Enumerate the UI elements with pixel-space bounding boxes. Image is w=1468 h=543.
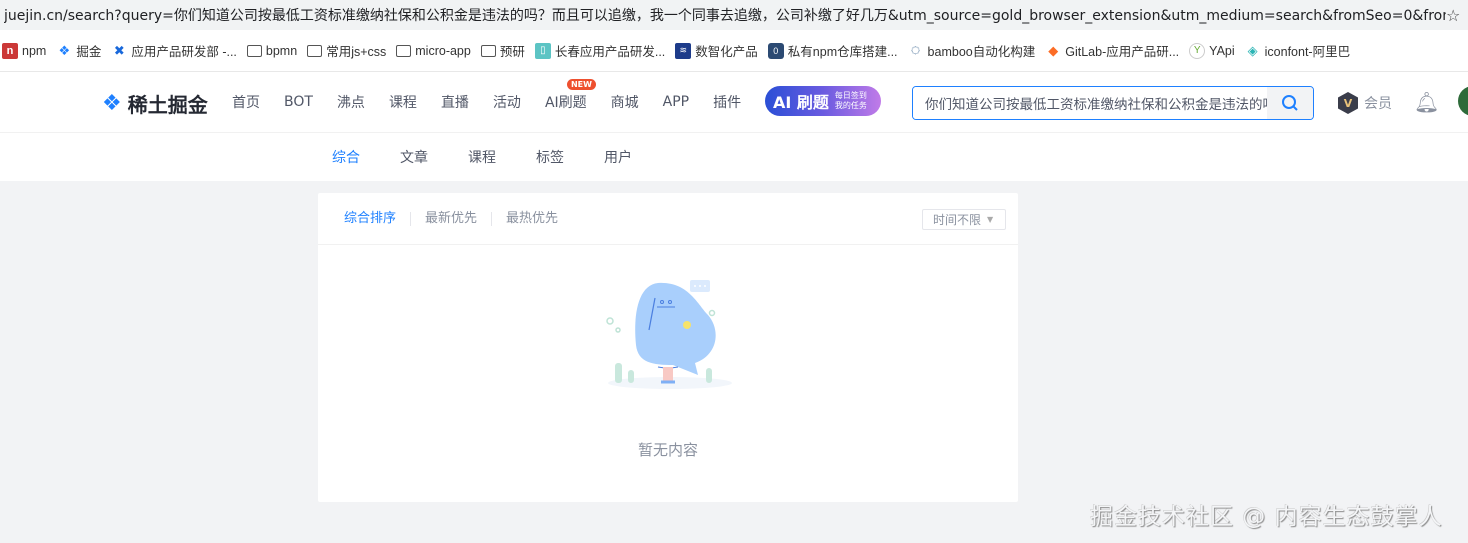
tab-articles[interactable]: 文章 (400, 147, 428, 167)
bookmark-label: 数智化产品 (695, 45, 758, 59)
nav-app[interactable]: APP (663, 94, 689, 110)
bookmark-yapi[interactable]: Y YApi (1189, 42, 1235, 59)
search-input[interactable] (913, 87, 1267, 119)
folder-icon (396, 44, 412, 57)
banner-subtitle: 每日签到 我的任务 (835, 91, 867, 111)
bookmarks-bar: n npm ❖ 掘金 ✖ 应用产品研发部 -... bpmn 常用js+css mic… (0, 30, 1468, 72)
ai-practice-banner[interactable]: AI 刷题 每日签到 我的任务 (765, 86, 881, 116)
bookmark-label: iconfont-阿里巴 (1264, 45, 1351, 59)
bamboo-icon: ◌ (910, 41, 921, 59)
bookmark-juejin[interactable]: ❖ 掘金 (56, 41, 102, 60)
nav-bot[interactable]: BOT (284, 94, 313, 110)
nav-live[interactable]: 直播 (441, 92, 469, 112)
bookmark-gitlab[interactable]: ◆ GitLab-应用产品研... (1045, 41, 1179, 60)
bookmark-research[interactable]: 预研 (480, 41, 525, 60)
bookmark-label: GitLab-应用产品研... (1065, 45, 1180, 59)
tab-all[interactable]: 综合 (332, 147, 360, 167)
vip-label: 会员 (1364, 96, 1392, 112)
bookmark-label: 长春应用产品研发... (554, 45, 666, 59)
sort-hottest[interactable]: 最热优先 (491, 211, 572, 226)
sort-newest[interactable]: 最新优先 (410, 211, 491, 226)
app-icon: ▯ (534, 42, 551, 59)
juejin-icon: ❖ (58, 42, 71, 58)
bookmark-iconfont[interactable]: ◈ iconfont-阿里巴 (1245, 41, 1350, 60)
banner-line1: 每日签到 (834, 91, 867, 100)
bookmark-label: 掘金 (76, 45, 102, 59)
nav-courses[interactable]: 课程 (389, 92, 417, 112)
iconfont-icon: ◈ (1247, 42, 1258, 58)
bookmark-npm[interactable]: n npm (2, 42, 47, 59)
bookmark-label: YApi (1209, 43, 1235, 58)
results-card: 综合排序 最新优先 最热优先 时间不限 ▼ 暂无内容 (318, 193, 1018, 502)
nav-shop[interactable]: 商城 (611, 92, 639, 112)
vip-link[interactable]: V 会员 (1338, 92, 1392, 114)
new-badge: NEW (566, 79, 596, 90)
logo-text: 稀土掘金 (127, 93, 208, 117)
yapi-icon: Y (1189, 42, 1206, 59)
tab-users[interactable]: 用户 (604, 147, 632, 167)
time-filter-value: 时间不限 (933, 213, 982, 227)
notification-bell-icon[interactable]: 🔔︎ (1414, 90, 1439, 114)
nav-events[interactable]: 活动 (493, 92, 521, 112)
bucket-icon: 0 (767, 42, 784, 59)
bookmark-micro-app[interactable]: micro-app (396, 44, 471, 58)
tab-tags[interactable]: 标签 (536, 147, 564, 167)
bookmark-common-js-css[interactable]: 常用js+css (307, 41, 386, 60)
search-type-tabs: 综合 文章 课程 标签 用户 (0, 132, 1468, 181)
watermark: 掘金技术社区 @ 内容生态鼓掌人 (1090, 504, 1443, 530)
time-filter-select[interactable]: 时间不限 ▼ (922, 209, 1006, 230)
folder-icon (246, 44, 262, 57)
bookmark-label: 私有npm仓库搭建... (787, 45, 898, 59)
search-box (912, 86, 1314, 120)
nav-plugins[interactable]: 插件 (713, 92, 741, 112)
bookmark-digital-product[interactable]: ≋ 数智化产品 (675, 41, 758, 60)
bookmark-private-npm[interactable]: 0 私有npm仓库搭建... (767, 41, 898, 60)
bookmark-label: bamboo自动化构建 (927, 45, 1036, 59)
bookmark-confluence[interactable]: ✖ 应用产品研发部 -... (111, 41, 237, 60)
nav-home[interactable]: 首页 (232, 92, 260, 112)
banner-line2: 我的任务 (834, 101, 867, 110)
bookmark-label: 预研 (499, 45, 525, 59)
folder-icon (307, 44, 323, 57)
bookmark-label: micro-app (415, 43, 471, 58)
empty-illustration (606, 280, 732, 389)
main-nav: 首页 BOT 沸点 课程 直播 活动 AI刷题 NEW 商城 APP 插件 (232, 72, 765, 132)
url-text[interactable]: juejin.cn/search?query=你们知道公司按最低工资标准缴纳社保… (4, 5, 1446, 25)
bookmark-label: 常用js+css (326, 45, 387, 59)
nav-label: AI刷题 (544, 95, 587, 111)
banner-title: AI 刷题 (773, 93, 829, 112)
vip-icon: V (1338, 92, 1358, 114)
empty-state-text: 暂无内容 (637, 441, 698, 459)
nav-pins[interactable]: 沸点 (337, 92, 365, 112)
bookmark-star-icon[interactable]: ☆ (1446, 6, 1468, 25)
bookmark-label: 应用产品研发部 -... (131, 45, 237, 59)
tab-courses[interactable]: 课程 (468, 147, 496, 167)
bookmark-bamboo[interactable]: ◌ bamboo自动化构建 (908, 41, 1036, 60)
bookmark-changchun[interactable]: ▯ 长春应用产品研发... (534, 41, 666, 60)
bookmark-label: npm (22, 43, 47, 58)
confluence-icon: ✖ (113, 42, 125, 58)
caret-down-icon: ▼ (987, 215, 994, 224)
product-icon: ≋ (675, 42, 692, 59)
bookmark-bpmn[interactable]: bpmn (246, 43, 298, 58)
sort-bar: 综合排序 最新优先 最热优先 时间不限 ▼ (318, 193, 1018, 245)
npm-icon: n (2, 42, 18, 59)
address-bar[interactable]: juejin.cn/search?query=你们知道公司按最低工资标准缴纳社保… (0, 0, 1468, 30)
search-button[interactable] (1267, 87, 1313, 119)
juejin-logo[interactable]: ❖ 稀土掘金 (102, 89, 208, 118)
bookmark-label: bpmn (265, 43, 298, 58)
juejin-logo-icon: ❖ (102, 91, 122, 116)
gitlab-icon: ◆ (1048, 42, 1059, 58)
sort-comprehensive[interactable]: 综合排序 (344, 211, 410, 226)
search-icon (1282, 95, 1298, 111)
folder-icon (480, 44, 496, 57)
nav-ai-practice[interactable]: AI刷题 NEW (544, 79, 596, 112)
